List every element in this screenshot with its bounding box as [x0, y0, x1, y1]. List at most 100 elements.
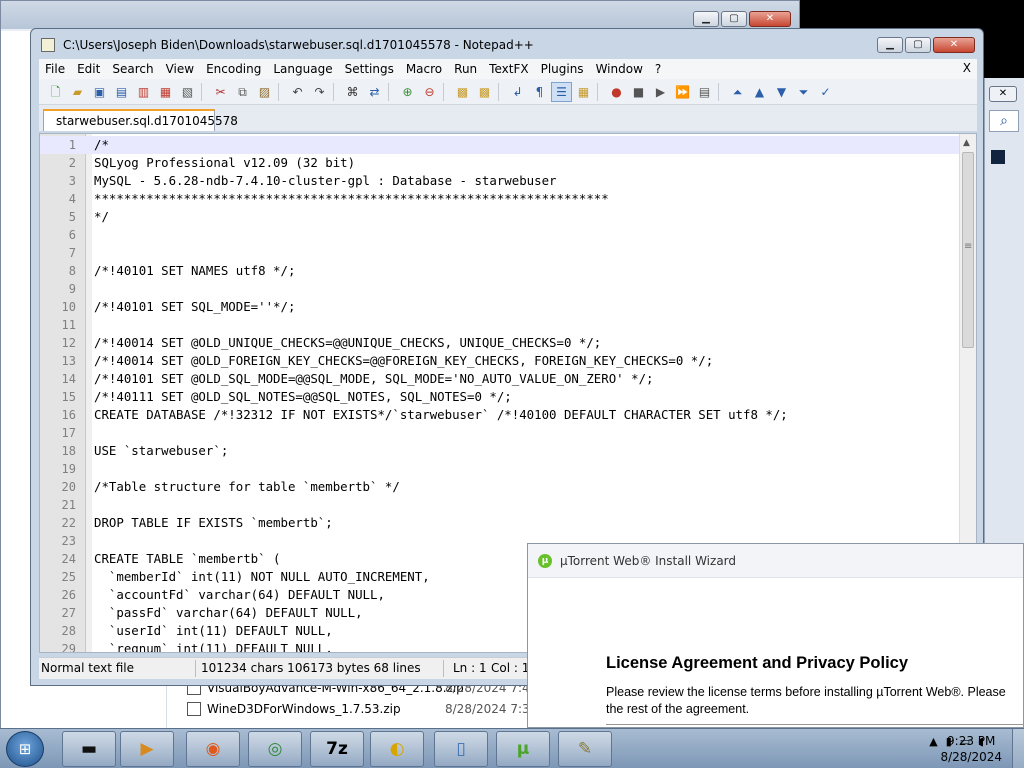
code-line[interactable]: 7: [40, 244, 976, 262]
code-line[interactable]: 17: [40, 424, 976, 442]
menu-edit[interactable]: Edit: [71, 62, 106, 76]
clock[interactable]: 9:23 PM 8/28/2024: [940, 733, 1002, 765]
code-line[interactable]: 12 /*!40014 SET @OLD_UNIQUE_CHECKS=@@UNIQ…: [40, 334, 976, 352]
notepad-icon[interactable]: ✎: [558, 731, 612, 767]
close-all-icon[interactable]: ▦: [155, 82, 176, 102]
move-up-icon[interactable]: ▲: [749, 82, 770, 102]
menu-plugins[interactable]: Plugins: [535, 62, 590, 76]
save-all-icon[interactable]: ▤: [111, 82, 132, 102]
find-icon[interactable]: ⌘: [342, 82, 363, 102]
menu-settings[interactable]: Settings: [339, 62, 400, 76]
record-macro-icon[interactable]: ●: [606, 82, 627, 102]
close-button[interactable]: ✕: [933, 37, 975, 53]
chrome-icon[interactable]: ◎: [248, 731, 302, 767]
line-number: 3: [68, 174, 76, 188]
undo-icon[interactable]: ↶: [287, 82, 308, 102]
code-line[interactable]: 18 USE `starwebuser`;: [40, 442, 976, 460]
code-line[interactable]: 19: [40, 460, 976, 478]
menu-help[interactable]: ?: [649, 62, 667, 76]
code-line[interactable]: 2 SQLyog Professional v12.09 (32 bit): [40, 154, 976, 172]
code-line[interactable]: 13 /*!40014 SET @OLD_FOREIGN_KEY_CHECKS=@…: [40, 352, 976, 370]
code-line[interactable]: 21: [40, 496, 976, 514]
menu-window[interactable]: Window: [590, 62, 649, 76]
unfold-all-icon[interactable]: ⏷: [793, 82, 814, 102]
move-down-icon[interactable]: ▼: [771, 82, 792, 102]
menu-file[interactable]: File: [39, 62, 71, 76]
zoom-in-icon[interactable]: ⊕: [397, 82, 418, 102]
stop-macro-icon[interactable]: ■: [628, 82, 649, 102]
explorer-window-buttons: ▁ ▢ ✕: [693, 11, 791, 27]
show-all-chars-icon[interactable]: ¶: [529, 82, 550, 102]
play-macro-icon[interactable]: ▶: [650, 82, 671, 102]
7zip-icon[interactable]: 7z: [310, 731, 364, 767]
start-button[interactable]: ⊞: [6, 731, 44, 767]
new-file-icon[interactable]: 🗋: [45, 82, 66, 102]
scroll-up-icon[interactable]: ▲: [963, 138, 970, 148]
menu-language[interactable]: Language: [267, 62, 338, 76]
fold-all-icon[interactable]: ⏶: [727, 82, 748, 102]
copy-icon[interactable]: ⧉: [232, 82, 253, 102]
menu-macro[interactable]: Macro: [400, 62, 448, 76]
close-file-icon[interactable]: ▥: [133, 82, 154, 102]
save-macro-icon[interactable]: ▤: [694, 82, 715, 102]
code-line[interactable]: 11: [40, 316, 976, 334]
code-line[interactable]: 20 /*Table structure for table `membertb`…: [40, 478, 976, 496]
indent-guide-icon[interactable]: ☰: [551, 81, 572, 102]
print-icon[interactable]: ▧: [177, 82, 198, 102]
open-file-icon[interactable]: ▰: [67, 82, 88, 102]
sync-vertical-icon[interactable]: ▩: [452, 82, 473, 102]
show-desktop-button[interactable]: [1012, 729, 1024, 768]
spellcheck-icon[interactable]: ✓: [815, 82, 836, 102]
sync-horizontal-icon[interactable]: ▩: [474, 82, 495, 102]
code-line[interactable]: 4 ***************************************…: [40, 190, 976, 208]
search-icon[interactable]: ⌕: [989, 110, 1019, 132]
terminal-icon[interactable]: ▬: [62, 731, 116, 767]
redo-icon[interactable]: ↷: [309, 82, 330, 102]
menu-textfx[interactable]: TextFX: [483, 62, 534, 76]
firefox-icon[interactable]: ◉: [186, 731, 240, 767]
code-line[interactable]: 22 DROP TABLE IF EXISTS `membertb`;: [40, 514, 976, 532]
notepad-titlebar[interactable]: C:\Users\Joseph Biden\Downloads\starwebu…: [31, 29, 983, 59]
scrollbar-thumb[interactable]: [962, 152, 974, 348]
menu-encoding[interactable]: Encoding: [200, 62, 267, 76]
toolbar-separator: [597, 82, 603, 101]
menu-run[interactable]: Run: [448, 62, 483, 76]
code-line[interactable]: 3 MySQL - 5.6.28-ndb-7.4.10-cluster-gpl :…: [40, 172, 976, 190]
menu-search[interactable]: Search: [106, 62, 159, 76]
cut-icon[interactable]: ✂: [210, 82, 231, 102]
word-wrap-icon[interactable]: ↲: [507, 82, 528, 102]
play-multiple-icon[interactable]: ⏩: [672, 82, 693, 102]
tab-starwebuser[interactable]: starwebuser.sql.d1701045578: [43, 109, 238, 131]
close-button[interactable]: ✕: [989, 86, 1017, 102]
zoom-out-icon[interactable]: ⊖: [419, 82, 440, 102]
file-icon[interactable]: ▯: [434, 731, 488, 767]
code-line[interactable]: 10 /*!40101 SET SQL_MODE=''*/;: [40, 298, 976, 316]
paste-icon[interactable]: ▨: [254, 82, 275, 102]
save-icon[interactable]: ▣: [89, 82, 110, 102]
line-number: 11: [61, 318, 76, 332]
minimize-button[interactable]: ▁: [693, 11, 719, 27]
close-document-button[interactable]: X: [963, 61, 971, 75]
utorrent-icon[interactable]: µ: [496, 731, 550, 767]
code-line[interactable]: 1 /*: [40, 136, 976, 154]
minimize-button[interactable]: ▁: [877, 37, 903, 53]
wizard-titlebar[interactable]: µ µTorrent Web® Install Wizard: [528, 544, 1023, 578]
code-line[interactable]: 8 /*!40101 SET NAMES utf8 */;: [40, 262, 976, 280]
podcast-icon[interactable]: ◐: [370, 731, 424, 767]
menu-view[interactable]: View: [160, 62, 200, 76]
maximize-button[interactable]: ▢: [905, 37, 931, 53]
code-line[interactable]: 15 /*!40111 SET @OLD_SQL_NOTES=@@SQL_NOTE…: [40, 388, 976, 406]
code-line[interactable]: 6: [40, 226, 976, 244]
close-button[interactable]: ✕: [749, 11, 791, 27]
doc-map-icon[interactable]: ▦: [573, 82, 594, 102]
media-icon[interactable]: ▶: [120, 731, 174, 767]
code-line[interactable]: 9: [40, 280, 976, 298]
code-line[interactable]: 14 /*!40101 SET @OLD_SQL_MODE=@@SQL_MODE,…: [40, 370, 976, 388]
tray-expand-icon[interactable]: ▲: [929, 735, 937, 748]
replace-icon[interactable]: ⇄: [364, 82, 385, 102]
notepad-icon: [41, 38, 55, 52]
maximize-button[interactable]: ▢: [721, 11, 747, 27]
file-row[interactable]: WineD3DForWindows_1.7.53.zip 8/28/2024 7…: [187, 700, 537, 718]
code-line[interactable]: 16 CREATE DATABASE /*!32312 IF NOT EXISTS…: [40, 406, 976, 424]
code-line[interactable]: 5 */: [40, 208, 976, 226]
